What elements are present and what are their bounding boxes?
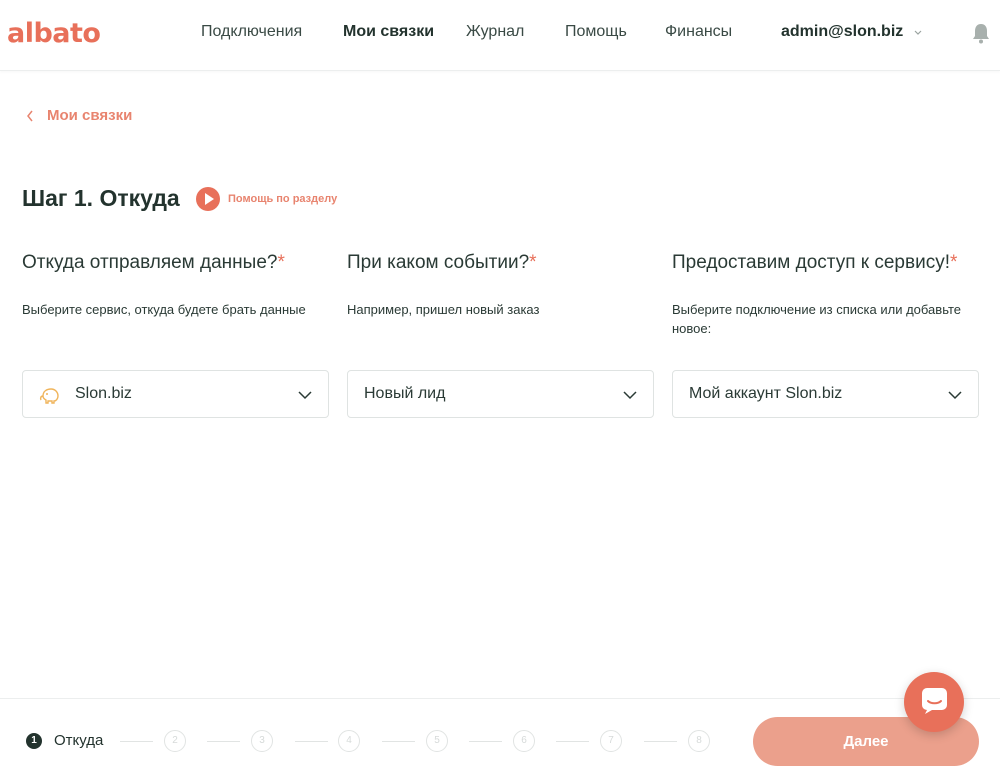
step-indicator: 6 [513,730,535,752]
event-description: Например, пришел новый заказ [347,302,540,317]
bell-icon[interactable] [971,22,991,44]
required-mark: * [277,252,285,273]
required-mark: * [529,252,537,273]
chat-widget-button[interactable] [904,672,964,732]
step-indicator: 2 [164,730,186,752]
source-service-column: Откуда отправляем данные?* Выберите серв… [22,252,329,418]
nav-finances[interactable]: Финансы [665,23,732,41]
back-to-my-bundles[interactable]: Мои связки [25,107,132,124]
step-connector [556,741,589,742]
step-indicator: 8 [688,730,710,752]
step-indicator: 7 [600,730,622,752]
step-connector [644,741,677,742]
access-description: Выберите подключение из списка или добав… [672,302,961,336]
step-connector [382,741,415,742]
step-indicator: 5 [426,730,448,752]
step-connector [120,741,153,742]
trigger-event-select[interactable]: Новый лид [347,370,654,418]
page-title: Шаг 1. Откуда [22,185,180,211]
user-menu[interactable]: admin@slon.biz [781,23,903,41]
chat-icon [922,688,947,714]
source-title: Откуда отправляем данные?* [22,252,285,273]
trigger-event-value: Новый лид [364,385,446,402]
required-mark: * [949,252,958,273]
account-select[interactable]: Мой аккаунт Slon.biz [672,370,979,418]
step-footer: 1 Откуда 2 3 4 5 6 7 8 Далее [0,698,1000,772]
step-connector [207,741,240,742]
help-label: Помощь по разделу [228,193,338,205]
service-access-column: Предоставим доступ к сервису!* Выберите … [672,252,979,418]
nav-log[interactable]: Журнал [466,23,524,41]
play-icon [196,187,220,211]
chevron-down-icon [948,391,962,400]
section-help-link[interactable]: Помощь по разделу [196,187,337,211]
back-label: Мои связки [47,107,133,124]
step-indicator-current: 1 [26,733,42,749]
nav-help[interactable]: Помощь [565,23,627,41]
trigger-event-column: При каком событии?* Например, пришел нов… [347,252,654,418]
step-indicator: 3 [251,730,273,752]
access-title: Предоставим доступ к сервису!* [672,252,958,273]
chevron-left-icon [27,110,33,121]
top-navbar: albato Подключения Мои связки Журнал Пом… [0,0,1000,71]
chevron-down-icon [298,391,312,400]
source-service-value: Slon.biz [75,385,132,402]
source-service-select[interactable]: Slon.biz [22,370,329,418]
nav-connections[interactable]: Подключения [201,23,302,41]
step-current-label: Откуда [54,732,104,749]
chevron-down-icon [623,391,637,400]
account-value: Мой аккаунт Slon.biz [689,385,843,402]
albato-logo[interactable]: albato [7,18,101,49]
elephant-icon [39,388,59,404]
chevron-down-icon[interactable] [912,26,924,38]
nav-my-bundles[interactable]: Мои связки [343,23,434,41]
step-connector [295,741,328,742]
step-indicator: 4 [338,730,360,752]
step-connector [469,741,502,742]
source-description: Выберите сервис, откуда будете брать дан… [22,302,306,317]
event-title: При каком событии?* [347,252,537,273]
